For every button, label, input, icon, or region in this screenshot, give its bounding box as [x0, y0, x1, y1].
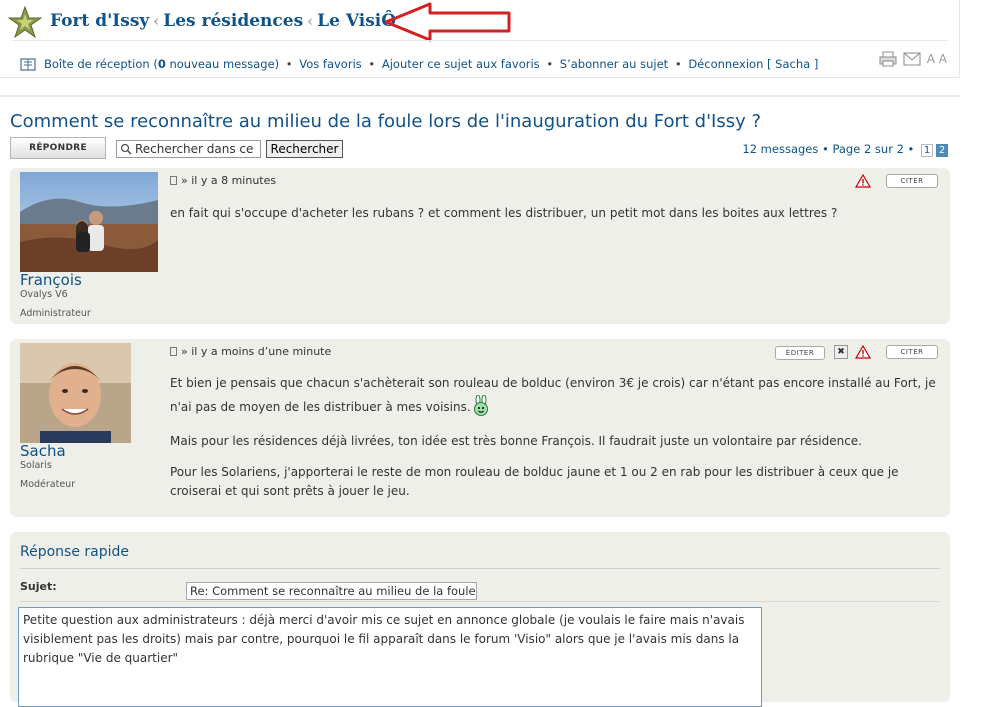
red-arrow-annotation-icon — [384, 2, 511, 42]
subject-input[interactable]: Re: Comment se reconnaître au milieu de … — [186, 582, 477, 600]
post-paragraph: en fait qui s'occupe d'acheter les ruban… — [170, 206, 838, 220]
author-rank: Ovalys V6 — [20, 289, 68, 300]
report-warning-icon[interactable] — [855, 174, 871, 188]
email-icon[interactable] — [903, 52, 921, 66]
search-icon — [120, 143, 132, 155]
crumb-fort-issy[interactable]: Fort d'Issy — [50, 11, 149, 31]
quote-button[interactable]: CITER — [886, 345, 938, 359]
quick-reply-panel: Réponse rapide Sujet: Re: Comment se rec… — [10, 532, 950, 707]
author-rank: Solaris — [20, 460, 52, 471]
bunny-smiley-icon — [473, 395, 488, 416]
content-divider — [0, 95, 960, 97]
post-body: Et bien je pensais que chacun s'achètera… — [170, 371, 940, 511]
edit-button[interactable]: ÉDITER — [775, 346, 825, 360]
topic-search-input[interactable]: Rechercher dans ce — [116, 140, 261, 158]
avatar[interactable] — [20, 172, 158, 272]
post-doc-icon[interactable] — [170, 347, 177, 356]
reply-button[interactable]: RÉPONDRE — [10, 137, 106, 159]
site-header: Fort d'Issy ‹ Les résidences ‹ Le VisiÔ Boît… — [0, 0, 960, 78]
post-meta: » il y a 8 minutes — [170, 174, 276, 187]
user-navbar: Boîte de réception (0 nouveau message) •… — [20, 57, 818, 71]
topic-title[interactable]: Comment se reconnaître au milieu de la f… — [10, 111, 761, 132]
post-paragraph: Et bien je pensais que chacun s'achètera… — [170, 371, 940, 419]
post-paragraph: Pour les Solariens, j'apporterai le rest… — [170, 465, 899, 498]
font-size-icon[interactable]: A A — [927, 52, 947, 66]
subscribe-link[interactable]: S’abonner au sujet — [560, 57, 668, 71]
nav-bullet: • — [546, 57, 554, 71]
subject-divider — [20, 601, 940, 602]
post-doc-icon[interactable] — [170, 176, 177, 185]
avatar[interactable] — [20, 343, 131, 443]
nav-bullet: • — [674, 57, 682, 71]
crumb-separator: ‹ — [153, 12, 160, 30]
header-divider — [12, 40, 947, 41]
report-warning-icon[interactable] — [855, 345, 871, 359]
crumb-separator: ‹ — [307, 12, 314, 30]
page-2-current: 2 — [936, 144, 948, 157]
quote-button[interactable]: CITER — [886, 174, 938, 188]
author-role: Administrateur — [20, 308, 91, 319]
inbox-icon — [20, 58, 36, 71]
quick-reply-divider — [20, 568, 940, 569]
search-placeholder: Rechercher dans ce — [135, 142, 254, 156]
nav-bullet: • — [285, 57, 293, 71]
pagination-text: 12 messages • Page 2 sur 2 • — [742, 142, 915, 156]
breadcrumb: Fort d'Issy ‹ Les résidences ‹ Le VisiÔ — [50, 11, 396, 31]
page-1-link[interactable]: 1 — [921, 144, 933, 157]
quick-reply-title: Réponse rapide — [20, 544, 130, 560]
pagination: 12 messages • Page 2 sur 2 • 12 — [742, 142, 948, 157]
inbox-count: 0 — [157, 57, 166, 71]
subject-label: Sujet: — [20, 580, 57, 593]
post-body: en fait qui s'occupe d'acheter les ruban… — [170, 201, 940, 235]
post-paragraph: Mais pour les résidences déjà livrées, t… — [170, 434, 862, 448]
post-author[interactable]: François — [20, 271, 82, 289]
crumb-residences[interactable]: Les résidences — [163, 11, 303, 31]
post-meta: » il y a moins d’une minute — [170, 345, 331, 358]
nav-bullet: • — [368, 57, 376, 71]
star-logo-icon[interactable] — [8, 6, 42, 40]
print-icon[interactable] — [879, 51, 897, 67]
post-author[interactable]: Sacha — [20, 442, 66, 460]
logout-link[interactable]: Déconnexion [ Sacha ] — [688, 57, 818, 71]
post-sacha: Sacha Solaris Modérateur » il y a moins … — [10, 339, 950, 517]
header-tools: A A — [879, 51, 947, 67]
favorites-link[interactable]: Vos favoris — [299, 57, 362, 71]
search-button[interactable]: Rechercher — [266, 140, 343, 158]
delete-icon[interactable]: ✖ — [834, 345, 848, 359]
author-role: Modérateur — [20, 479, 76, 490]
post-francois: François Ovalys V6 Administrateur » il y… — [10, 168, 950, 324]
inbox-link[interactable]: Boîte de réception (0 nouveau message) — [44, 57, 279, 71]
message-textarea[interactable]: Petite question aux administrateurs : dé… — [18, 607, 762, 707]
add-favorite-link[interactable]: Ajouter ce sujet aux favoris — [382, 57, 540, 71]
